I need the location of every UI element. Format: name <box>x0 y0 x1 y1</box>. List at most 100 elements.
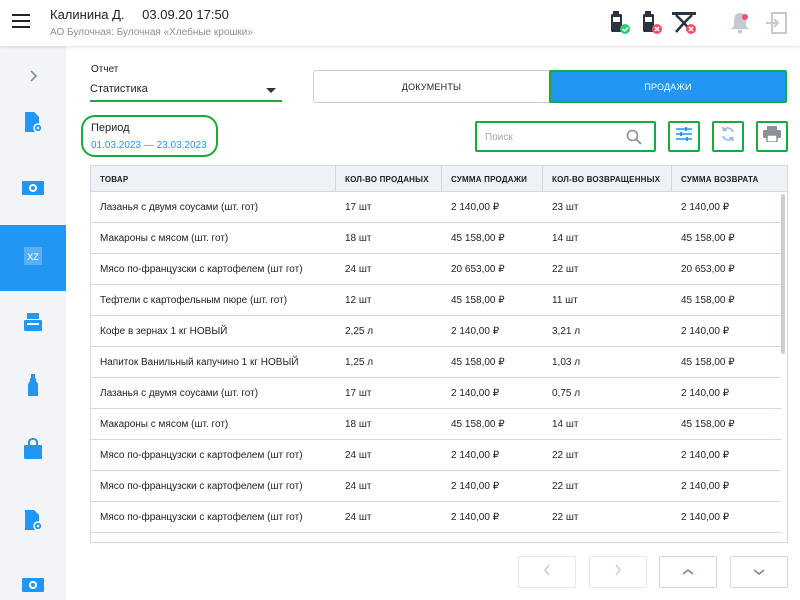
cell-sales-sum: 20 653,00 ₽ <box>451 264 505 275</box>
table-row[interactable]: Мясо по-французски с картофелем (шт гот)… <box>91 471 781 502</box>
xz-report-icon: XZ <box>23 246 43 271</box>
cell-sales-sum: 45 158,00 ₽ <box>451 295 505 306</box>
scroll-down-button[interactable] <box>730 556 788 588</box>
menu-icon[interactable] <box>12 14 30 28</box>
period-picker[interactable]: Период 01.03.2023 — 23.03.2023 <box>81 115 218 157</box>
tab-documents[interactable]: ДОКУМЕНТЫ <box>313 70 550 103</box>
column-header-return-sum[interactable]: СУММА ВОЗВРАТА <box>672 166 781 192</box>
column-header-product[interactable]: ТОВАР <box>91 166 336 192</box>
table-row[interactable]: Лазанья с двумя соусами (шт. гот) 17 шт 2 … <box>91 192 781 223</box>
user-info: Калинина Д. 03.09.20 17:50 <box>50 7 229 22</box>
cell-return-sum: 20 653,00 ₽ <box>681 264 735 275</box>
chevron-down-icon <box>266 88 276 93</box>
cell-returned-qty: 22 шт <box>552 450 579 461</box>
network-error-icon[interactable] <box>670 10 700 36</box>
print-button[interactable] <box>756 121 788 152</box>
cell-sold-qty: 17 шт <box>345 202 372 213</box>
sidebar-item-cash[interactable] <box>0 170 66 210</box>
cell-sold-qty: 17 шт <box>345 388 372 399</box>
sales-table: ТОВАР КОЛ-ВО ПРОДАНЫХ СУММА ПРОДАЖИ КОЛ-… <box>90 165 788 543</box>
cell-returned-qty: 0,75 л <box>552 388 581 399</box>
sidebar-item-documents-2[interactable] <box>0 502 66 542</box>
cell-returned-qty: 3,21 л <box>552 326 581 337</box>
report-select[interactable]: Статистика <box>90 78 282 102</box>
cell-product: Лазанья с двумя соусами (шт. гот) <box>100 388 259 399</box>
period-title: Период <box>91 122 130 134</box>
cash-icon <box>21 577 45 598</box>
cash-register-icon <box>23 312 43 337</box>
column-header-sold-qty[interactable]: КОЛ-ВО ПРОДАНЫХ <box>336 166 442 192</box>
table-header: ТОВАР КОЛ-ВО ПРОДАНЫХ СУММА ПРОДАЖИ КОЛ-… <box>91 166 787 192</box>
chevron-right-icon <box>614 563 622 581</box>
table-row[interactable]: Макароны с мясом (шт. гот) 18 шт 45 158,00… <box>91 223 781 254</box>
printer-icon <box>763 126 781 147</box>
cell-returned-qty: 11 шт <box>552 295 578 306</box>
sidebar: XZ <box>0 46 66 600</box>
filter-button[interactable] <box>668 121 700 152</box>
prev-page-button[interactable] <box>518 556 576 588</box>
tab-sales[interactable]: ПРОДАЖИ <box>549 70 787 103</box>
sidebar-expand[interactable] <box>0 58 66 98</box>
chevron-left-icon <box>543 563 551 581</box>
svg-text:XZ: XZ <box>27 252 39 262</box>
sidebar-item-cash-2[interactable] <box>0 567 66 600</box>
cell-return-sum: 2 140,00 ₽ <box>681 202 730 213</box>
refresh-button[interactable] <box>712 121 744 152</box>
next-page-button[interactable] <box>589 556 647 588</box>
table-row[interactable]: Напиток Ванильный капучино 1 кг НОВЫЙ 1,2… <box>91 347 781 378</box>
report-tabs: ДОКУМЕНТЫ ПРОДАЖИ <box>313 70 787 103</box>
report-select-value: Статистика <box>90 83 148 95</box>
cell-product: Макароны с мясом (шт. гот) <box>100 419 229 430</box>
search-icon[interactable] <box>626 129 642 150</box>
app-window: Калинина Д. 03.09.20 17:50 АО Булочная: … <box>0 0 800 600</box>
table-scrollbar[interactable] <box>781 194 785 354</box>
chevron-up-icon <box>682 563 694 581</box>
user-name: Калинина Д. <box>50 7 125 22</box>
period-value[interactable]: 01.03.2023 — 23.03.2023 <box>91 140 207 151</box>
table-row[interactable]: Макароны с мясом (шт. гот) 18 шт 45 158,00… <box>91 409 781 440</box>
refresh-icon <box>720 126 736 147</box>
cell-sales-sum: 45 158,00 ₽ <box>451 419 505 430</box>
cell-returned-qty: 22 шт <box>552 512 579 523</box>
cell-returned-qty: 14 шт <box>552 419 579 430</box>
table-row[interactable]: Тефтели с картофельным пюре (шт. гот) 12 … <box>91 285 781 316</box>
table-row[interactable]: Мясо по-французски с картофелем (шт гот)… <box>91 502 781 533</box>
sidebar-item-documents[interactable] <box>0 104 66 144</box>
cell-sold-qty: 18 шт <box>345 419 372 430</box>
table-row[interactable]: Лазанья с двумя соусами (шт. гот) 17 шт 2 … <box>91 378 781 409</box>
cell-return-sum: 2 140,00 ₽ <box>681 450 730 461</box>
table-row[interactable]: Мясо по-французски с картофелем (шт гот)… <box>91 254 781 285</box>
cell-return-sum: 45 158,00 ₽ <box>681 357 735 368</box>
cell-sales-sum: 2 140,00 ₽ <box>451 388 500 399</box>
sidebar-item-orders[interactable] <box>0 431 66 471</box>
cell-sold-qty: 1,25 л <box>345 357 374 368</box>
organization-name: АО Булочная: Булочная «Хлебные крошки» <box>50 27 253 38</box>
cell-product: Мясо по-французски с картофелем (шт гот) <box>100 264 303 275</box>
device-ok-icon[interactable] <box>608 10 634 36</box>
logout-icon[interactable] <box>763 10 789 36</box>
sidebar-item-products[interactable] <box>0 368 66 408</box>
cell-product: Тефтели с картофельным пюре (шт. гот) <box>100 295 288 306</box>
sliders-icon <box>676 127 692 146</box>
cell-sales-sum: 2 140,00 ₽ <box>451 326 500 337</box>
sidebar-item-cash-register[interactable] <box>0 304 66 344</box>
cell-return-sum: 45 158,00 ₽ <box>681 233 735 244</box>
search-box <box>475 121 656 152</box>
column-header-sales-sum[interactable]: СУММА ПРОДАЖИ <box>442 166 543 192</box>
cell-product: Лазанья с двумя соусами (шт. гот) <box>100 202 259 213</box>
cell-sold-qty: 24 шт <box>345 450 372 461</box>
cell-sold-qty: 24 шт <box>345 264 372 275</box>
cell-return-sum: 2 140,00 ₽ <box>681 388 730 399</box>
document-settings-icon <box>23 509 43 536</box>
device-error-icon[interactable] <box>640 10 666 36</box>
table-row[interactable]: Мясо по-французски с картофелем (шт гот)… <box>91 440 781 471</box>
cell-returned-qty: 23 шт <box>552 202 579 213</box>
bell-icon[interactable] <box>727 10 753 36</box>
sidebar-item-xz-report[interactable]: XZ <box>0 225 66 291</box>
scroll-up-button[interactable] <box>659 556 717 588</box>
cell-product: Напиток Ванильный капучино 1 кг НОВЫЙ <box>100 357 299 368</box>
cell-sold-qty: 12 шт <box>345 295 372 306</box>
column-header-returned-qty[interactable]: КОЛ-ВО ВОЗВРАЩЕННЫХ <box>543 166 672 192</box>
search-input[interactable] <box>485 128 625 146</box>
table-row[interactable]: Кофе в зернах 1 кг НОВЫЙ 2,25 л 2 140,00 ₽… <box>91 316 781 347</box>
